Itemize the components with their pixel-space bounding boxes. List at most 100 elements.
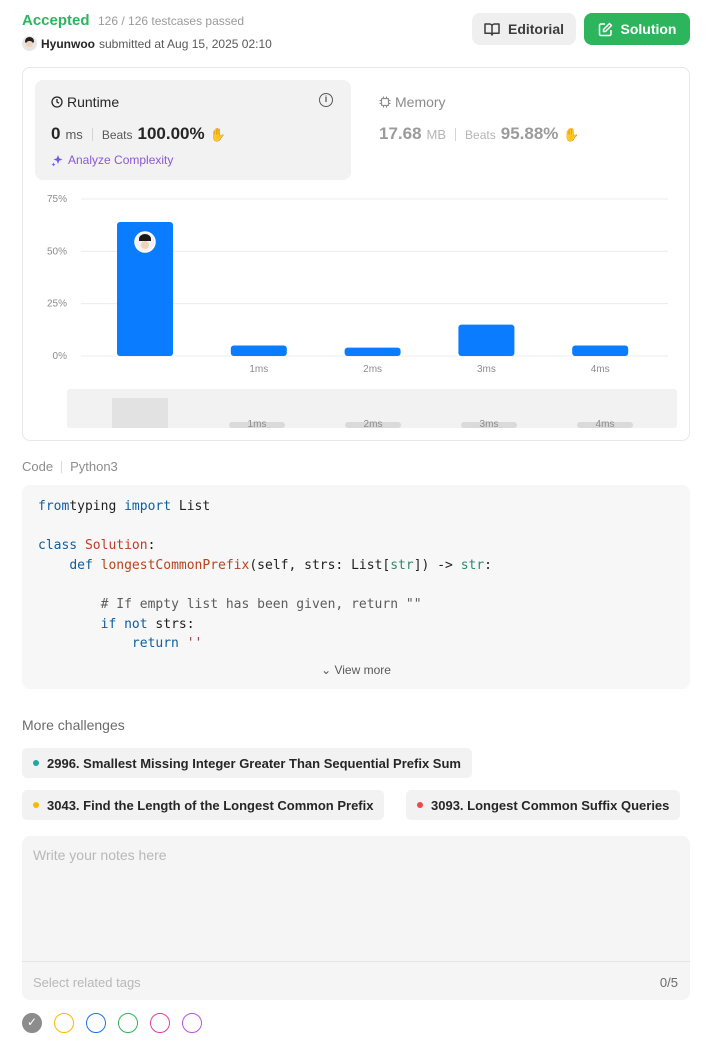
runtime-label: Runtime xyxy=(67,94,120,110)
clap-icon: ✋ xyxy=(563,127,580,142)
difficulty-dot xyxy=(417,802,423,808)
performance-card: Runtime i 0 ms Beats 100.00% ✋ Analyze C… xyxy=(22,67,690,441)
divider xyxy=(22,961,690,962)
runtime-value: 0 xyxy=(51,124,61,143)
divider xyxy=(455,127,457,141)
info-icon[interactable]: i xyxy=(319,93,333,107)
memory-beats-label: Beats xyxy=(465,128,496,142)
memory-label: Memory xyxy=(395,94,446,110)
overview-label: 4ms xyxy=(596,419,615,430)
code-token: from xyxy=(38,499,70,514)
notes-placeholder[interactable]: Write your notes here xyxy=(33,847,167,863)
runtime-title: Runtime xyxy=(51,94,119,110)
code-token: (self, strs: List[ xyxy=(249,557,391,573)
challenge-label: 3043. Find the Length of the Longest Com… xyxy=(47,797,374,813)
code-token: class xyxy=(38,538,78,554)
tags-count: 0/5 xyxy=(659,975,678,990)
runtime-panel[interactable]: Runtime i 0 ms Beats 100.00% ✋ Analyze C… xyxy=(35,80,351,180)
notes-editor[interactable]: Write your notes here Select related tag… xyxy=(22,836,690,1000)
submitted-time: submitted at Aug 15, 2025 02:10 xyxy=(99,36,272,51)
user-avatar-face xyxy=(141,241,149,250)
code-header: Code Python3 xyxy=(22,459,118,474)
divider xyxy=(91,127,93,141)
code-block[interactable]: fromtyping import List class Solution: d… xyxy=(22,485,690,689)
runtime-distribution-chart[interactable]: 75% 50% 25% 0% 1ms 2ms 3ms 4ms 1ms 2ms 3ms 4ms xyxy=(23,180,689,440)
code-token: '' xyxy=(186,636,203,652)
sparkle-icon xyxy=(51,154,63,166)
status-accepted: Accepted xyxy=(22,12,90,29)
code-text: fromtyping import List class Solution: d… xyxy=(38,497,492,654)
tags-select[interactable]: Select related tags xyxy=(33,975,141,990)
testcases-passed: 126 / 126 testcases passed xyxy=(98,14,245,28)
edit-icon xyxy=(598,22,612,36)
analyze-label: Analyze Complexity xyxy=(68,153,174,167)
solution-button[interactable]: Solution xyxy=(584,13,690,45)
username[interactable]: Hyunwoo xyxy=(41,37,95,51)
code-language: Python3 xyxy=(70,459,118,474)
difficulty-dot xyxy=(33,802,39,808)
avatar[interactable] xyxy=(22,36,37,51)
bar xyxy=(572,345,629,356)
memory-value: 17.68 xyxy=(379,124,422,143)
x-tick-label: 3ms xyxy=(477,364,496,375)
note-color-picker xyxy=(22,1013,202,1033)
code-token: strs: xyxy=(147,616,195,632)
y-tick-label: 25% xyxy=(47,299,67,310)
runtime-beats-percent: 100.00% xyxy=(137,124,205,143)
code-token: ]) -> xyxy=(413,557,461,573)
code-token: Solution xyxy=(84,538,148,554)
memory-panel[interactable]: Memory 17.68 MB Beats 95.88% ✋ xyxy=(363,80,673,180)
analyze-complexity-link[interactable]: Analyze Complexity xyxy=(51,153,173,167)
code-token: # If empty list has been given, return "… xyxy=(100,596,422,612)
code-token: List xyxy=(171,499,211,514)
difficulty-dot xyxy=(33,760,39,766)
overview-label: 2ms xyxy=(364,419,383,430)
editorial-button[interactable]: Editorial xyxy=(472,13,576,45)
code-token: typing xyxy=(69,499,125,514)
y-tick-label: 75% xyxy=(47,194,67,205)
view-more-button[interactable]: ⌄ View more xyxy=(22,663,690,677)
clap-icon: ✋ xyxy=(209,127,226,142)
overview-label: 1ms xyxy=(248,419,267,430)
code-token: return xyxy=(131,636,179,652)
code-token: if xyxy=(100,616,117,632)
bar xyxy=(458,324,515,356)
code-token: : xyxy=(147,538,156,554)
submission-header: Accepted 126 / 126 testcases passed Hyun… xyxy=(22,10,690,54)
color-option-gray[interactable] xyxy=(22,1013,42,1033)
code-token: not xyxy=(124,616,148,632)
color-option-green[interactable] xyxy=(118,1013,138,1033)
overview-label: 3ms xyxy=(480,419,499,430)
runtime-values: 0 ms Beats 100.00% ✋ xyxy=(51,124,226,144)
memory-beats-percent: 95.88% xyxy=(500,124,559,143)
code-token: str xyxy=(460,557,485,573)
challenge-chip[interactable]: 3093. Longest Common Suffix Queries xyxy=(406,790,681,820)
challenge-chip[interactable]: 3043. Find the Length of the Longest Com… xyxy=(22,790,385,820)
x-tick-label: 2ms xyxy=(363,364,382,375)
color-option-pink[interactable] xyxy=(150,1013,170,1033)
code-label: Code xyxy=(22,459,54,474)
clock-icon xyxy=(51,96,63,108)
code-token: : xyxy=(484,557,492,573)
submitter-line: Hyunwoo submitted at Aug 15, 2025 02:10 xyxy=(22,36,272,51)
color-option-yellow[interactable] xyxy=(54,1013,74,1033)
solution-label: Solution xyxy=(620,21,677,37)
chevrons-down-icon: ⌄ xyxy=(321,663,332,677)
color-option-purple[interactable] xyxy=(182,1013,202,1033)
challenge-chip[interactable]: 2996. Smallest Missing Integer Greater T… xyxy=(22,748,472,778)
challenge-label: 2996. Smallest Missing Integer Greater T… xyxy=(47,755,461,771)
more-challenges-title: More challenges xyxy=(22,717,125,733)
code-token: longestCommonPrefix xyxy=(100,557,250,573)
color-option-blue[interactable] xyxy=(86,1013,106,1033)
bar xyxy=(344,347,401,356)
runtime-unit: ms xyxy=(65,127,83,142)
memory-title: Memory xyxy=(379,94,446,110)
